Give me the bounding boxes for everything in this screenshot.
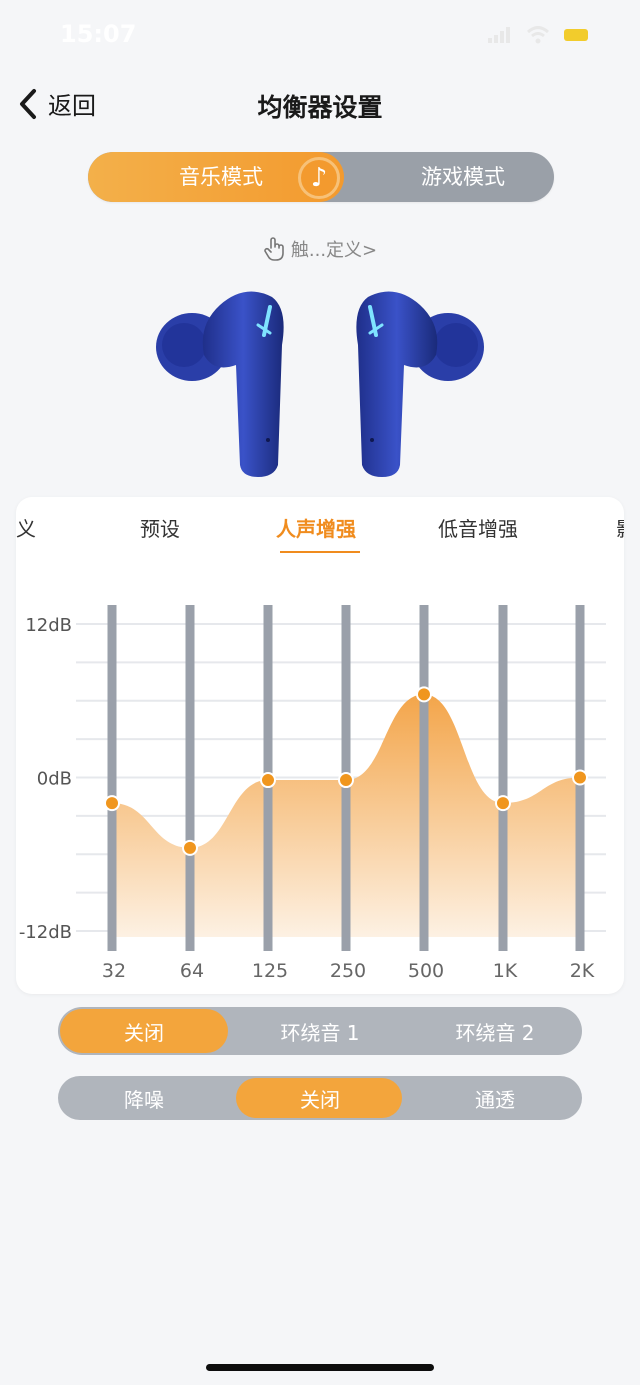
noise-control-selector: 降噪 关闭 通透: [58, 1076, 582, 1120]
signal-icon: [488, 27, 510, 43]
y-tick-label: 0dB: [37, 769, 72, 790]
wifi-icon: [526, 26, 550, 44]
tab-bass-enhance[interactable]: 低音增强: [438, 513, 518, 542]
tab-underline: [280, 551, 360, 553]
x-tick-label: 125: [252, 960, 288, 982]
x-tick-label: 64: [180, 960, 204, 982]
eq-band-handle[interactable]: [495, 795, 511, 812]
x-axis-labels: 32 64 125 250 500 1K 2K: [102, 960, 595, 982]
tab-partial-right[interactable]: 影: [616, 513, 624, 542]
noise-cancel-option[interactable]: 降噪: [58, 1076, 230, 1120]
noise-off-option[interactable]: 关闭: [234, 1076, 406, 1120]
eq-band-handle[interactable]: [572, 769, 588, 786]
status-icons: [488, 26, 588, 44]
x-tick-label: 250: [330, 960, 366, 982]
x-tick-label: 500: [408, 960, 444, 982]
eq-band-handle[interactable]: [338, 772, 354, 789]
right-earbud: [356, 291, 484, 477]
surround-1-option[interactable]: 环绕音 1: [234, 1007, 406, 1055]
surround-2-option[interactable]: 环绕音 2: [408, 1007, 582, 1055]
y-axis-labels: 12dB 0dB -12dB: [19, 615, 72, 943]
eq-band-handle[interactable]: [260, 772, 276, 789]
hand-pointer-icon: [264, 237, 284, 261]
music-note-icon[interactable]: ♪: [298, 157, 340, 199]
status-bar: 15:07: [0, 0, 640, 70]
battery-icon: [564, 29, 588, 41]
y-tick-label: -12dB: [19, 922, 72, 943]
game-mode-option[interactable]: 游戏模式: [388, 152, 538, 202]
surround-selector: 关闭 环绕音 1 环绕音 2: [58, 1007, 582, 1055]
eq-band-handle[interactable]: [416, 686, 432, 703]
nav-bar: 返回 均衡器设置: [0, 80, 640, 130]
left-earbud: [156, 291, 284, 477]
eq-slider-track[interactable]: [419, 605, 429, 951]
home-indicator: [206, 1364, 434, 1371]
tab-vocal-enhance[interactable]: 人声增强: [276, 513, 356, 542]
customize-link[interactable]: 触...定义>: [0, 236, 640, 262]
transparency-option[interactable]: 通透: [408, 1076, 582, 1120]
tab-partial-left[interactable]: 义: [16, 513, 36, 542]
eq-band-handle[interactable]: [104, 795, 120, 812]
status-time: 15:07: [60, 20, 137, 48]
music-mode-option[interactable]: 音乐模式: [116, 152, 326, 202]
x-tick-label: 1K: [493, 960, 518, 982]
eq-slider-track[interactable]: [498, 605, 508, 951]
x-tick-label: 2K: [570, 960, 595, 982]
eq-slider-track[interactable]: [107, 605, 117, 951]
x-tick-label: 32: [102, 960, 126, 982]
surround-off-option[interactable]: 关闭: [58, 1007, 230, 1055]
eq-card: 义 预设 人声增强 低音增强 影 12dB 0dB -12dB 32 64 125 250…: [16, 497, 624, 994]
eq-band-handle[interactable]: [182, 839, 198, 856]
customize-link-label: 触...定义>: [290, 240, 378, 261]
page-title: 均衡器设置: [257, 93, 383, 122]
tab-preset[interactable]: 预设: [140, 513, 180, 542]
y-tick-label: 12dB: [25, 615, 72, 636]
eq-slider-track[interactable]: [185, 605, 195, 951]
earbuds-image: [156, 291, 484, 477]
eq-chart: 12dB 0dB -12dB 32 64 125 250 500 1K 2K: [19, 605, 606, 982]
